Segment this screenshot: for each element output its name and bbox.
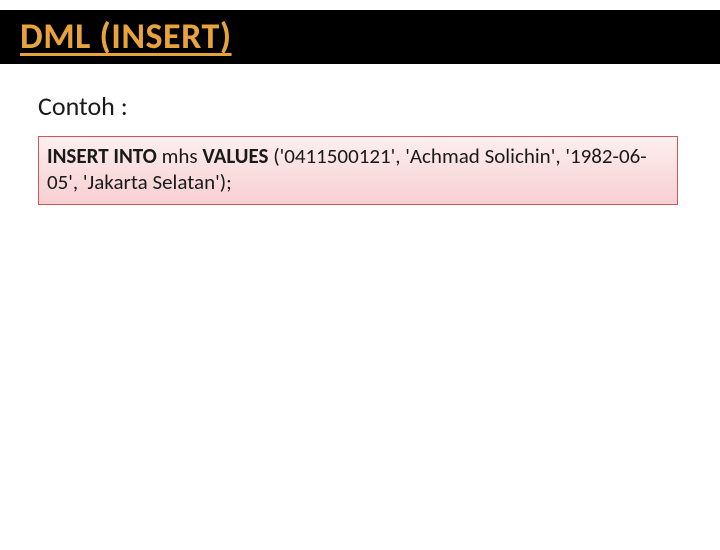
sql-example-box: INSERT INTO mhs VALUES ('0411500121', 'A… [38, 136, 678, 205]
sql-table-name: mhs [162, 143, 198, 169]
sql-keyword-insert-into: INSERT INTO [47, 143, 157, 169]
slide: DML (INSERT) Contoh : INSERT INTO mhs VA… [0, 10, 720, 550]
slide-body: Contoh : INSERT INTO mhs VALUES ('041150… [0, 64, 720, 205]
title-bar: DML (INSERT) [0, 10, 720, 64]
example-label: Contoh : [38, 90, 678, 122]
sql-keyword-values: VALUES [202, 143, 268, 169]
slide-title: DML (INSERT) [0, 14, 720, 58]
